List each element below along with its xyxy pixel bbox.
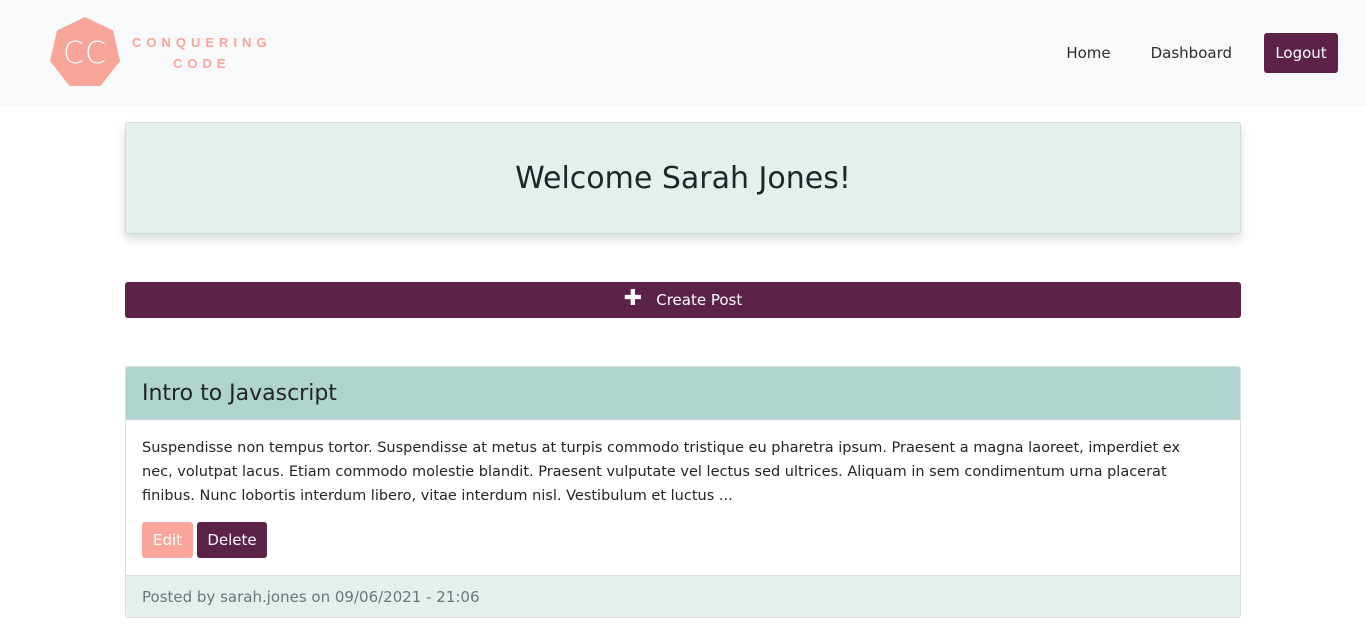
post-author: sarah.jones [220, 587, 307, 606]
post-card: Intro to Javascript Suspendisse non temp… [125, 366, 1241, 618]
create-post-label: Create Post [656, 291, 743, 309]
footer-on: on [311, 587, 331, 606]
logout-button[interactable]: Logout [1264, 33, 1338, 73]
post-title: Intro to Javascript [142, 380, 337, 406]
brand-name: CONQUERING CODE [132, 32, 272, 74]
post-excerpt: Suspendisse non tempus tortor. Suspendis… [142, 440, 1181, 504]
nav-dashboard-link[interactable]: Dashboard [1131, 33, 1252, 73]
nav-home-link[interactable]: Home [1046, 33, 1130, 73]
logo-initials: CC [63, 35, 107, 71]
edit-button[interactable]: Edit [142, 522, 193, 558]
post-footer: Posted by sarah.jones on 09/06/2021 - 21… [126, 575, 1240, 617]
brand-line-2: CODE [173, 56, 231, 71]
brand-line-1: CONQUERING [132, 35, 272, 50]
delete-button[interactable]: Delete [197, 522, 267, 558]
post-date: 09/06/2021 - 21:06 [334, 587, 480, 606]
navbar: CC CONQUERING CODE Home Dashboard Logout [0, 0, 1366, 106]
brand-logo[interactable]: CC CONQUERING CODE [48, 16, 272, 90]
create-post-button[interactable]: ✚ Create Post [125, 282, 1241, 318]
plus-icon: ✚ [623, 286, 643, 311]
welcome-banner: Welcome Sarah Jones! [125, 122, 1241, 234]
nav-links: Home Dashboard Logout [1046, 33, 1338, 73]
footer-prefix: Posted by [142, 587, 216, 606]
post-actions: Edit Delete [142, 522, 1224, 558]
logo-badge: CC [48, 16, 122, 90]
post-header: Intro to Javascript [126, 367, 1240, 420]
post-body: Suspendisse non tempus tortor. Suspendis… [126, 420, 1240, 576]
welcome-title: Welcome Sarah Jones! [515, 160, 851, 196]
